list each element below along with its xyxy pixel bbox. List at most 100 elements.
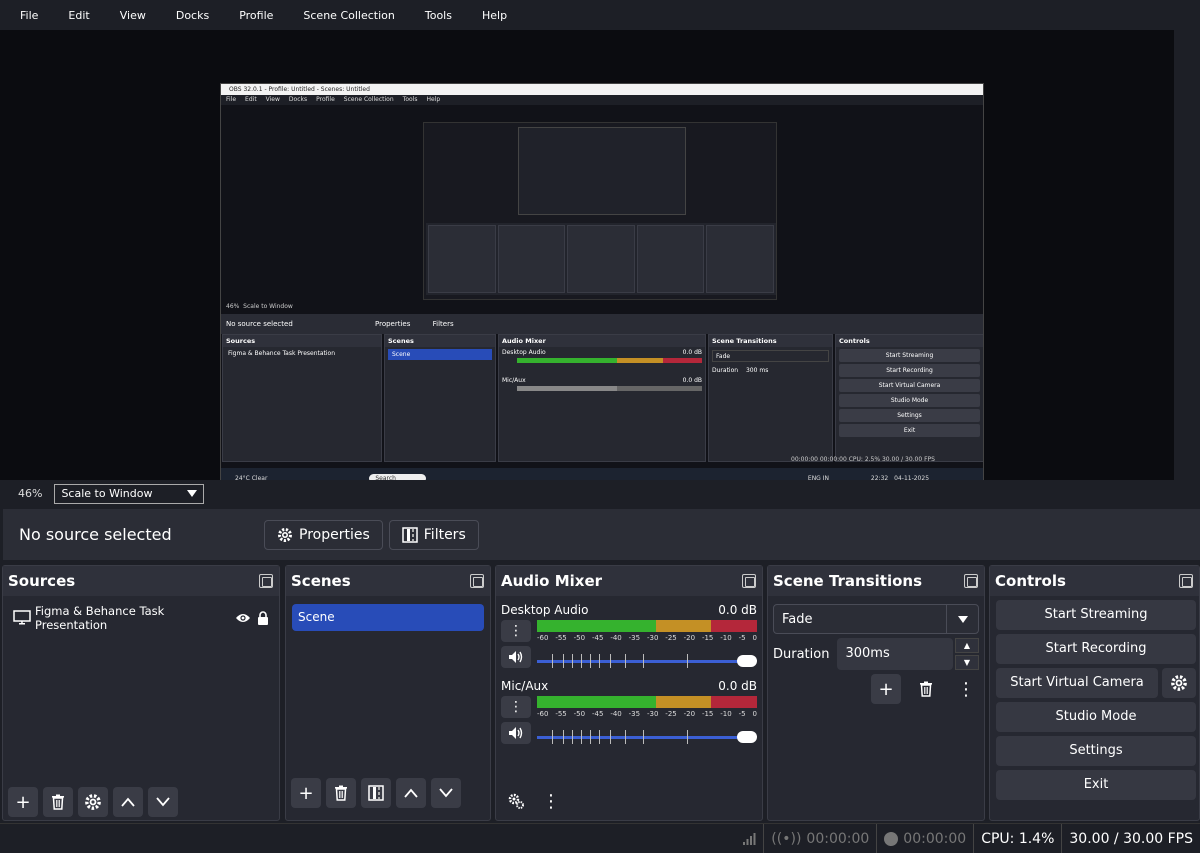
undock-icon[interactable] [470,574,484,588]
transition-menu-button[interactable]: ⋮ [951,674,981,704]
scale-mode-select[interactable]: Scale to Window [54,483,205,504]
mute-button[interactable] [501,722,531,744]
menu-edit[interactable]: Edit [68,9,89,22]
audio-mixer-title: Audio Mixer [501,572,603,590]
meter-ticks: -60 -55 -50 -45 -40 -35 -30 -25 -20 -15 -10 -5 0 [537,632,757,644]
chevron-up-icon [404,788,418,798]
move-source-up-button[interactable] [113,787,143,817]
captured-channel: Desktop Audio 0.0 dB [499,347,705,358]
audio-mixer-dock-header: Audio Mixer [496,566,762,596]
fader-handle[interactable] [737,655,757,667]
channel-menu-button[interactable]: ⋮ [501,620,531,642]
transition-select[interactable]: Fade [773,604,979,634]
volume-fader[interactable] [537,726,757,748]
channel-menu-button[interactable]: ⋮ [501,696,531,718]
captured-zoom-row: 46% Scale to Window [221,300,983,314]
mute-button[interactable] [501,646,531,668]
menu-view[interactable]: View [120,9,146,22]
broadcast-icon: ((•)) [771,830,802,847]
menu-docks[interactable]: Docks [176,9,209,22]
properties-button[interactable]: Properties [264,519,383,550]
fader-handle[interactable] [737,731,757,743]
volume-fader[interactable] [537,650,757,672]
kebab-icon: ⋮ [542,790,560,812]
move-source-down-button[interactable] [148,787,178,817]
lock-icon[interactable] [257,611,269,625]
source-item[interactable]: Figma & Behance Task Presentation [13,604,269,632]
captured-window-title: OBS 32.0.1 - Profile: Untitled - Scenes:… [221,84,983,95]
mixer-menu-button[interactable]: ⋮ [536,786,566,816]
add-source-button[interactable]: + [8,787,38,817]
plus-icon: + [15,791,31,813]
plus-icon: + [298,782,314,804]
menu-help[interactable]: Help [482,9,507,22]
gears-icon [508,793,524,809]
meter-tick: -30 [646,634,659,642]
add-scene-button[interactable]: + [291,778,321,808]
trash-icon [920,681,932,697]
filters-button[interactable]: Filters [388,519,479,550]
meter-tick: -35 [628,710,641,718]
captured-control-button: Settings [839,409,980,422]
scenes-dock-header: Scenes [286,566,490,596]
duration-input[interactable]: 300ms [837,638,953,670]
menu-file[interactable]: File [20,9,38,22]
captured-control-button: Exit [839,424,980,437]
record-dot-icon [884,831,899,846]
captured-sources-dock: Sources Figma & Behance Task Presentatio… [222,334,382,462]
add-transition-button[interactable]: + [871,674,901,704]
meter-tick: -45 [591,710,604,718]
remove-source-button[interactable] [43,787,73,817]
cpu-usage: CPU: 1.4% [973,824,1061,853]
channel-body: ⋮ -60 -55 -50 -45 -40 -35 -30 -25 -20 -15 -10 -5 0 [501,620,757,672]
undock-icon[interactable] [259,574,273,588]
captured-scene-item: Scene [388,349,492,360]
eye-icon[interactable] [235,612,251,624]
remove-scene-button[interactable] [326,778,356,808]
speaker-icon [509,727,523,739]
preview-area[interactable]: OBS 32.0.1 - Profile: Untitled - Scenes:… [0,30,1174,490]
start-recording-button[interactable]: Start Recording [996,634,1196,664]
move-scene-up-button[interactable] [396,778,426,808]
undock-icon[interactable] [964,574,978,588]
no-source-label: No source selected [19,525,172,544]
menu-scene-collection[interactable]: Scene Collection [303,9,394,22]
captured-docks: Sources Figma & Behance Task Presentatio… [221,334,983,462]
chevron-down-icon[interactable]: ▼ [955,655,979,670]
dropdown-button[interactable] [946,605,978,633]
status-bar: ((•)) 00:00:00 00:00:00 CPU: 1.4% 30.00 … [0,823,1200,853]
scene-item[interactable]: Scene [292,604,484,631]
start-streaming-button[interactable]: Start Streaming [996,600,1196,630]
properties-label: Properties [299,526,370,543]
exit-button[interactable]: Exit [996,770,1196,800]
undock-icon[interactable] [1179,574,1193,588]
captured-menu-item: View [265,96,280,103]
captured-menu-item: Tools [402,96,418,103]
meter-tick: -60 [537,634,549,642]
move-scene-down-button[interactable] [431,778,461,808]
scene-transitions-dock: Scene Transitions Fade Duration 300ms ▲ … [767,565,985,821]
trash-icon [335,785,347,801]
studio-mode-button[interactable]: Studio Mode [996,702,1196,732]
undock-icon[interactable] [742,574,756,588]
captured-menu-item: Edit [245,96,257,103]
captured-menu-item: Help [426,96,441,103]
preview-canvas[interactable]: OBS 32.0.1 - Profile: Untitled - Scenes:… [220,83,984,490]
chevron-up-icon[interactable]: ▲ [955,638,979,653]
meter-tick: 0 [752,634,757,642]
kebab-icon: ⋮ [509,699,523,715]
controls-dock-header: Controls [990,566,1199,596]
menu-profile[interactable]: Profile [239,9,273,22]
source-properties-button[interactable] [78,787,108,817]
channel-db: 0.0 dB [718,603,757,617]
scene-filters-button[interactable] [361,778,391,808]
captured-channel-name: Desktop Audio [502,349,546,356]
start-virtual-camera-button[interactable]: Start Virtual Camera [996,668,1158,698]
remove-transition-button[interactable] [911,674,941,704]
advanced-audio-button[interactable] [501,786,531,816]
channel-name: Desktop Audio [501,603,589,617]
duration-stepper[interactable]: ▲ ▼ [955,638,979,670]
menu-tools[interactable]: Tools [425,9,452,22]
settings-button[interactable]: Settings [996,736,1196,766]
virtual-camera-settings-button[interactable] [1162,668,1196,698]
